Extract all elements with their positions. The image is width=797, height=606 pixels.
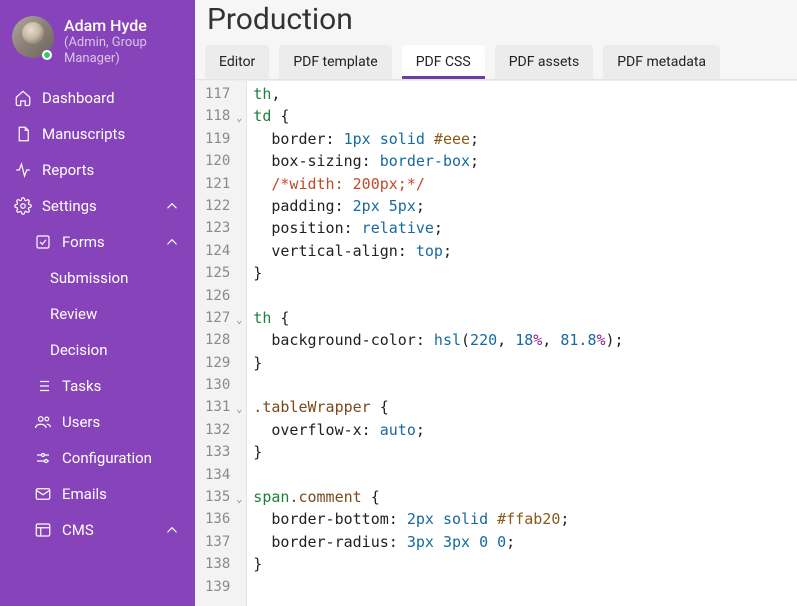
mail-icon: [34, 485, 52, 503]
nav-review[interactable]: Review: [0, 296, 195, 332]
user-name: Adam Hyde: [64, 16, 183, 35]
nav-configuration[interactable]: Configuration: [0, 440, 195, 476]
tab-pdf-template[interactable]: PDF template: [279, 45, 391, 79]
layout-icon: [34, 521, 52, 539]
nav-submission[interactable]: Submission: [0, 260, 195, 296]
sliders-icon: [34, 449, 52, 467]
nav-label: Review: [50, 305, 97, 323]
document-icon: [14, 125, 32, 143]
nav-forms[interactable]: Forms: [0, 224, 195, 260]
nav-label: Submission: [50, 269, 128, 287]
user-block: Adam Hyde (Admin, Group Manager): [0, 10, 195, 80]
page-title: Production: [195, 0, 797, 43]
nav-label: Dashboard: [42, 89, 115, 107]
nav-label: CMS: [62, 521, 94, 539]
nav: Dashboard Manuscripts Reports Settings F…: [0, 80, 195, 548]
users-icon: [34, 413, 52, 431]
nav-label: Configuration: [62, 449, 152, 467]
nav-label: Tasks: [62, 377, 101, 395]
nav-label: Forms: [62, 233, 105, 251]
nav-label: Users: [62, 413, 100, 431]
nav-manuscripts[interactable]: Manuscripts: [0, 116, 195, 152]
nav-cms[interactable]: CMS: [0, 512, 195, 548]
nav-label: Settings: [42, 197, 97, 215]
user-role: (Admin, Group Manager): [64, 35, 183, 66]
tab-editor[interactable]: Editor: [205, 45, 269, 79]
line-number-gutter: 117118⌄119120121122123124125126127⌄12812…: [195, 81, 247, 606]
nav-label: Manuscripts: [42, 125, 125, 143]
home-icon: [14, 89, 32, 107]
tab-pdf-css[interactable]: PDF CSS: [402, 45, 485, 79]
check-square-icon: [34, 233, 52, 251]
sidebar: Adam Hyde (Admin, Group Manager) Dashboa…: [0, 0, 195, 606]
nav-dashboard[interactable]: Dashboard: [0, 80, 195, 116]
tab-pdf-metadata[interactable]: PDF metadata: [603, 45, 720, 79]
nav-label: Emails: [62, 485, 107, 503]
chevron-up-icon: [163, 521, 181, 539]
gear-icon: [14, 197, 32, 215]
nav-settings[interactable]: Settings: [0, 188, 195, 224]
nav-reports[interactable]: Reports: [0, 152, 195, 188]
chevron-up-icon: [163, 233, 181, 251]
nav-label: Decision: [50, 341, 108, 359]
main: Production Editor PDF template PDF CSS P…: [195, 0, 797, 606]
nav-tasks[interactable]: Tasks: [0, 368, 195, 404]
presence-dot: [42, 50, 52, 60]
nav-label: Reports: [42, 161, 94, 179]
nav-users[interactable]: Users: [0, 404, 195, 440]
tab-pdf-assets[interactable]: PDF assets: [495, 45, 594, 79]
code-editor[interactable]: 117118⌄119120121122123124125126127⌄12812…: [195, 80, 797, 606]
code-area[interactable]: th,td { border: 1px solid #eee; box-sizi…: [247, 81, 629, 606]
list-icon: [34, 377, 52, 395]
activity-icon: [14, 161, 32, 179]
tabs: Editor PDF template PDF CSS PDF assets P…: [195, 43, 797, 80]
nav-decision[interactable]: Decision: [0, 332, 195, 368]
nav-emails[interactable]: Emails: [0, 476, 195, 512]
chevron-up-icon: [163, 197, 181, 215]
